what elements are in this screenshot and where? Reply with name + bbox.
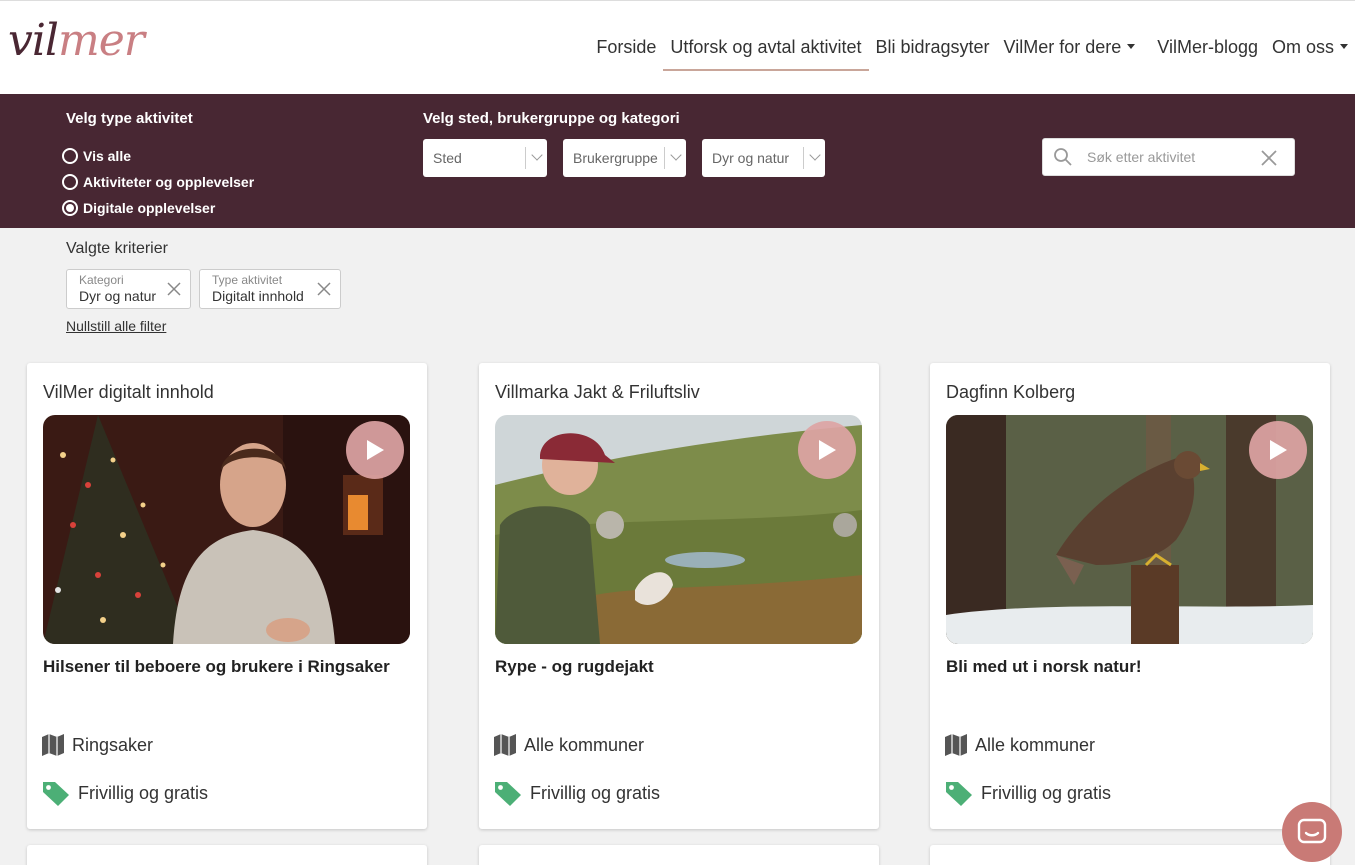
chevron-down-icon <box>670 149 682 161</box>
play-icon <box>367 440 384 460</box>
card-price: Frivillig og gratis <box>944 779 1111 807</box>
card-location: Ringsaker <box>41 733 153 757</box>
select-divider <box>664 147 665 169</box>
location-text: Ringsaker <box>72 734 154 755</box>
card-location: Alle kommuner <box>944 733 1095 757</box>
logo-text-mer: mer <box>58 15 145 66</box>
video-thumbnail[interactable] <box>946 415 1313 644</box>
activity-card-partial[interactable] <box>479 845 879 865</box>
location-text: Alle kommuner <box>524 734 645 755</box>
nav-for-dere[interactable]: VilMer for dere <box>997 35 1143 71</box>
location-text: Alle kommuner <box>975 734 1096 755</box>
caret-down-icon <box>1340 43 1348 49</box>
caret-down-icon <box>1127 43 1136 49</box>
card-provider: Villmarka Jakt & Friluftsliv <box>495 382 700 402</box>
card-price: Frivillig og gratis <box>41 779 208 807</box>
chat-icon <box>1297 818 1327 844</box>
video-thumbnail[interactable] <box>43 415 410 644</box>
close-icon[interactable] <box>1259 148 1279 168</box>
vilmer-logo[interactable]: vilmer <box>8 15 145 66</box>
card-title: Hilsener til beboere og brukere i Ringsa… <box>43 657 390 676</box>
filter-panel: Velg type aktivitet Vis alle Aktiviteter… <box>0 94 1355 228</box>
radio-button-checked[interactable] <box>62 200 78 216</box>
radio-label: Digitale opplevelser <box>83 200 216 216</box>
nav-utforsk[interactable]: Utforsk og avtal aktivitet <box>663 35 869 71</box>
video-thumbnail[interactable] <box>495 415 862 644</box>
chip-kategori[interactable]: Kategori Dyr og natur <box>66 269 191 309</box>
price-text: Frivillig og gratis <box>78 782 209 803</box>
radio-vis-alle[interactable]: Vis alle <box>62 148 131 164</box>
radio-digitale[interactable]: Digitale opplevelser <box>62 200 215 216</box>
type-heading: Velg type aktivitet <box>66 110 193 127</box>
logo-text-vil: vil <box>8 15 59 66</box>
close-icon[interactable] <box>316 281 332 297</box>
nav-label: VilMer for dere <box>1003 37 1122 57</box>
nav-label: Bli bidragsyter <box>875 37 990 57</box>
nav-blogg[interactable]: VilMer-blogg <box>1150 35 1265 71</box>
nav-forside[interactable]: Forside <box>589 35 663 71</box>
play-button[interactable] <box>798 421 856 479</box>
nav-label: VilMer-blogg <box>1157 37 1258 57</box>
chip-type[interactable]: Type aktivitet Digitalt innhold <box>199 269 341 309</box>
nav-label: Forside <box>596 37 657 57</box>
card-provider: Dagfinn Kolberg <box>946 382 1076 402</box>
criteria-label: Valgte kriterier <box>66 240 168 257</box>
search-input[interactable] <box>1087 147 1247 167</box>
price-text: Frivillig og gratis <box>530 782 661 803</box>
nav-om-oss[interactable]: Om oss <box>1265 35 1355 71</box>
tag-icon <box>946 782 972 806</box>
activity-card[interactable]: Dagfinn Kolberg Bli med ut i norsk natur… <box>930 363 1330 829</box>
play-button[interactable] <box>1249 421 1307 479</box>
chevron-down-icon <box>531 149 543 161</box>
chat-launcher-button[interactable] <box>1282 802 1342 862</box>
select-sted[interactable]: Sted <box>423 139 547 177</box>
select-value: Sted <box>433 150 462 166</box>
close-icon[interactable] <box>166 281 182 297</box>
nav-bidragsyter[interactable]: Bli bidragsyter <box>869 35 997 71</box>
tag-icon <box>43 782 69 806</box>
main-nav: Forside Utforsk og avtal aktivitet Bli b… <box>589 35 1355 71</box>
select-value: Brukergruppe <box>573 150 658 166</box>
search-icon <box>1054 148 1072 166</box>
select-brukergruppe[interactable]: Brukergruppe <box>563 139 686 177</box>
card-provider: VilMer digitalt innhold <box>43 382 214 402</box>
play-button[interactable] <box>346 421 404 479</box>
map-icon <box>945 734 967 756</box>
activity-card[interactable]: Villmarka Jakt & Friluftsliv Rype - og r… <box>479 363 879 829</box>
select-divider <box>803 147 804 169</box>
card-price: Frivillig og gratis <box>493 779 660 807</box>
reset-filters-link[interactable]: Nullstill alle filter <box>66 318 166 334</box>
nav-label: Om oss <box>1271 37 1334 57</box>
activity-card-partial[interactable] <box>27 845 427 865</box>
tag-icon <box>495 782 521 806</box>
site-header: vilmer Forside Utforsk og avtal aktivite… <box>0 0 1355 94</box>
activity-card[interactable]: VilMer digitalt innhold Hilsener til beb… <box>27 363 427 829</box>
select-divider <box>525 147 526 169</box>
map-icon <box>494 734 516 756</box>
price-text: Frivillig og gratis <box>981 782 1112 803</box>
card-location: Alle kommuner <box>493 733 644 757</box>
play-icon <box>1270 440 1287 460</box>
chevron-down-icon <box>809 149 821 161</box>
card-title: Bli med ut i norsk natur! <box>946 657 1142 676</box>
play-icon <box>819 440 836 460</box>
activity-card-partial[interactable] <box>930 845 1330 865</box>
radio-button[interactable] <box>62 148 78 164</box>
place-heading: Velg sted, brukergruppe og kategori <box>423 110 680 127</box>
select-kategori[interactable]: Dyr og natur <box>702 139 825 177</box>
radio-button[interactable] <box>62 174 78 190</box>
radio-label: Aktiviteter og opplevelser <box>83 174 255 190</box>
nav-label: Utforsk og avtal aktivitet <box>670 37 862 57</box>
select-value: Dyr og natur <box>712 150 790 166</box>
card-title: Rype - og rugdejakt <box>495 657 654 676</box>
radio-aktiviteter[interactable]: Aktiviteter og opplevelser <box>62 174 254 190</box>
map-icon <box>42 734 64 756</box>
radio-label: Vis alle <box>83 148 132 164</box>
search-box <box>1042 138 1295 176</box>
